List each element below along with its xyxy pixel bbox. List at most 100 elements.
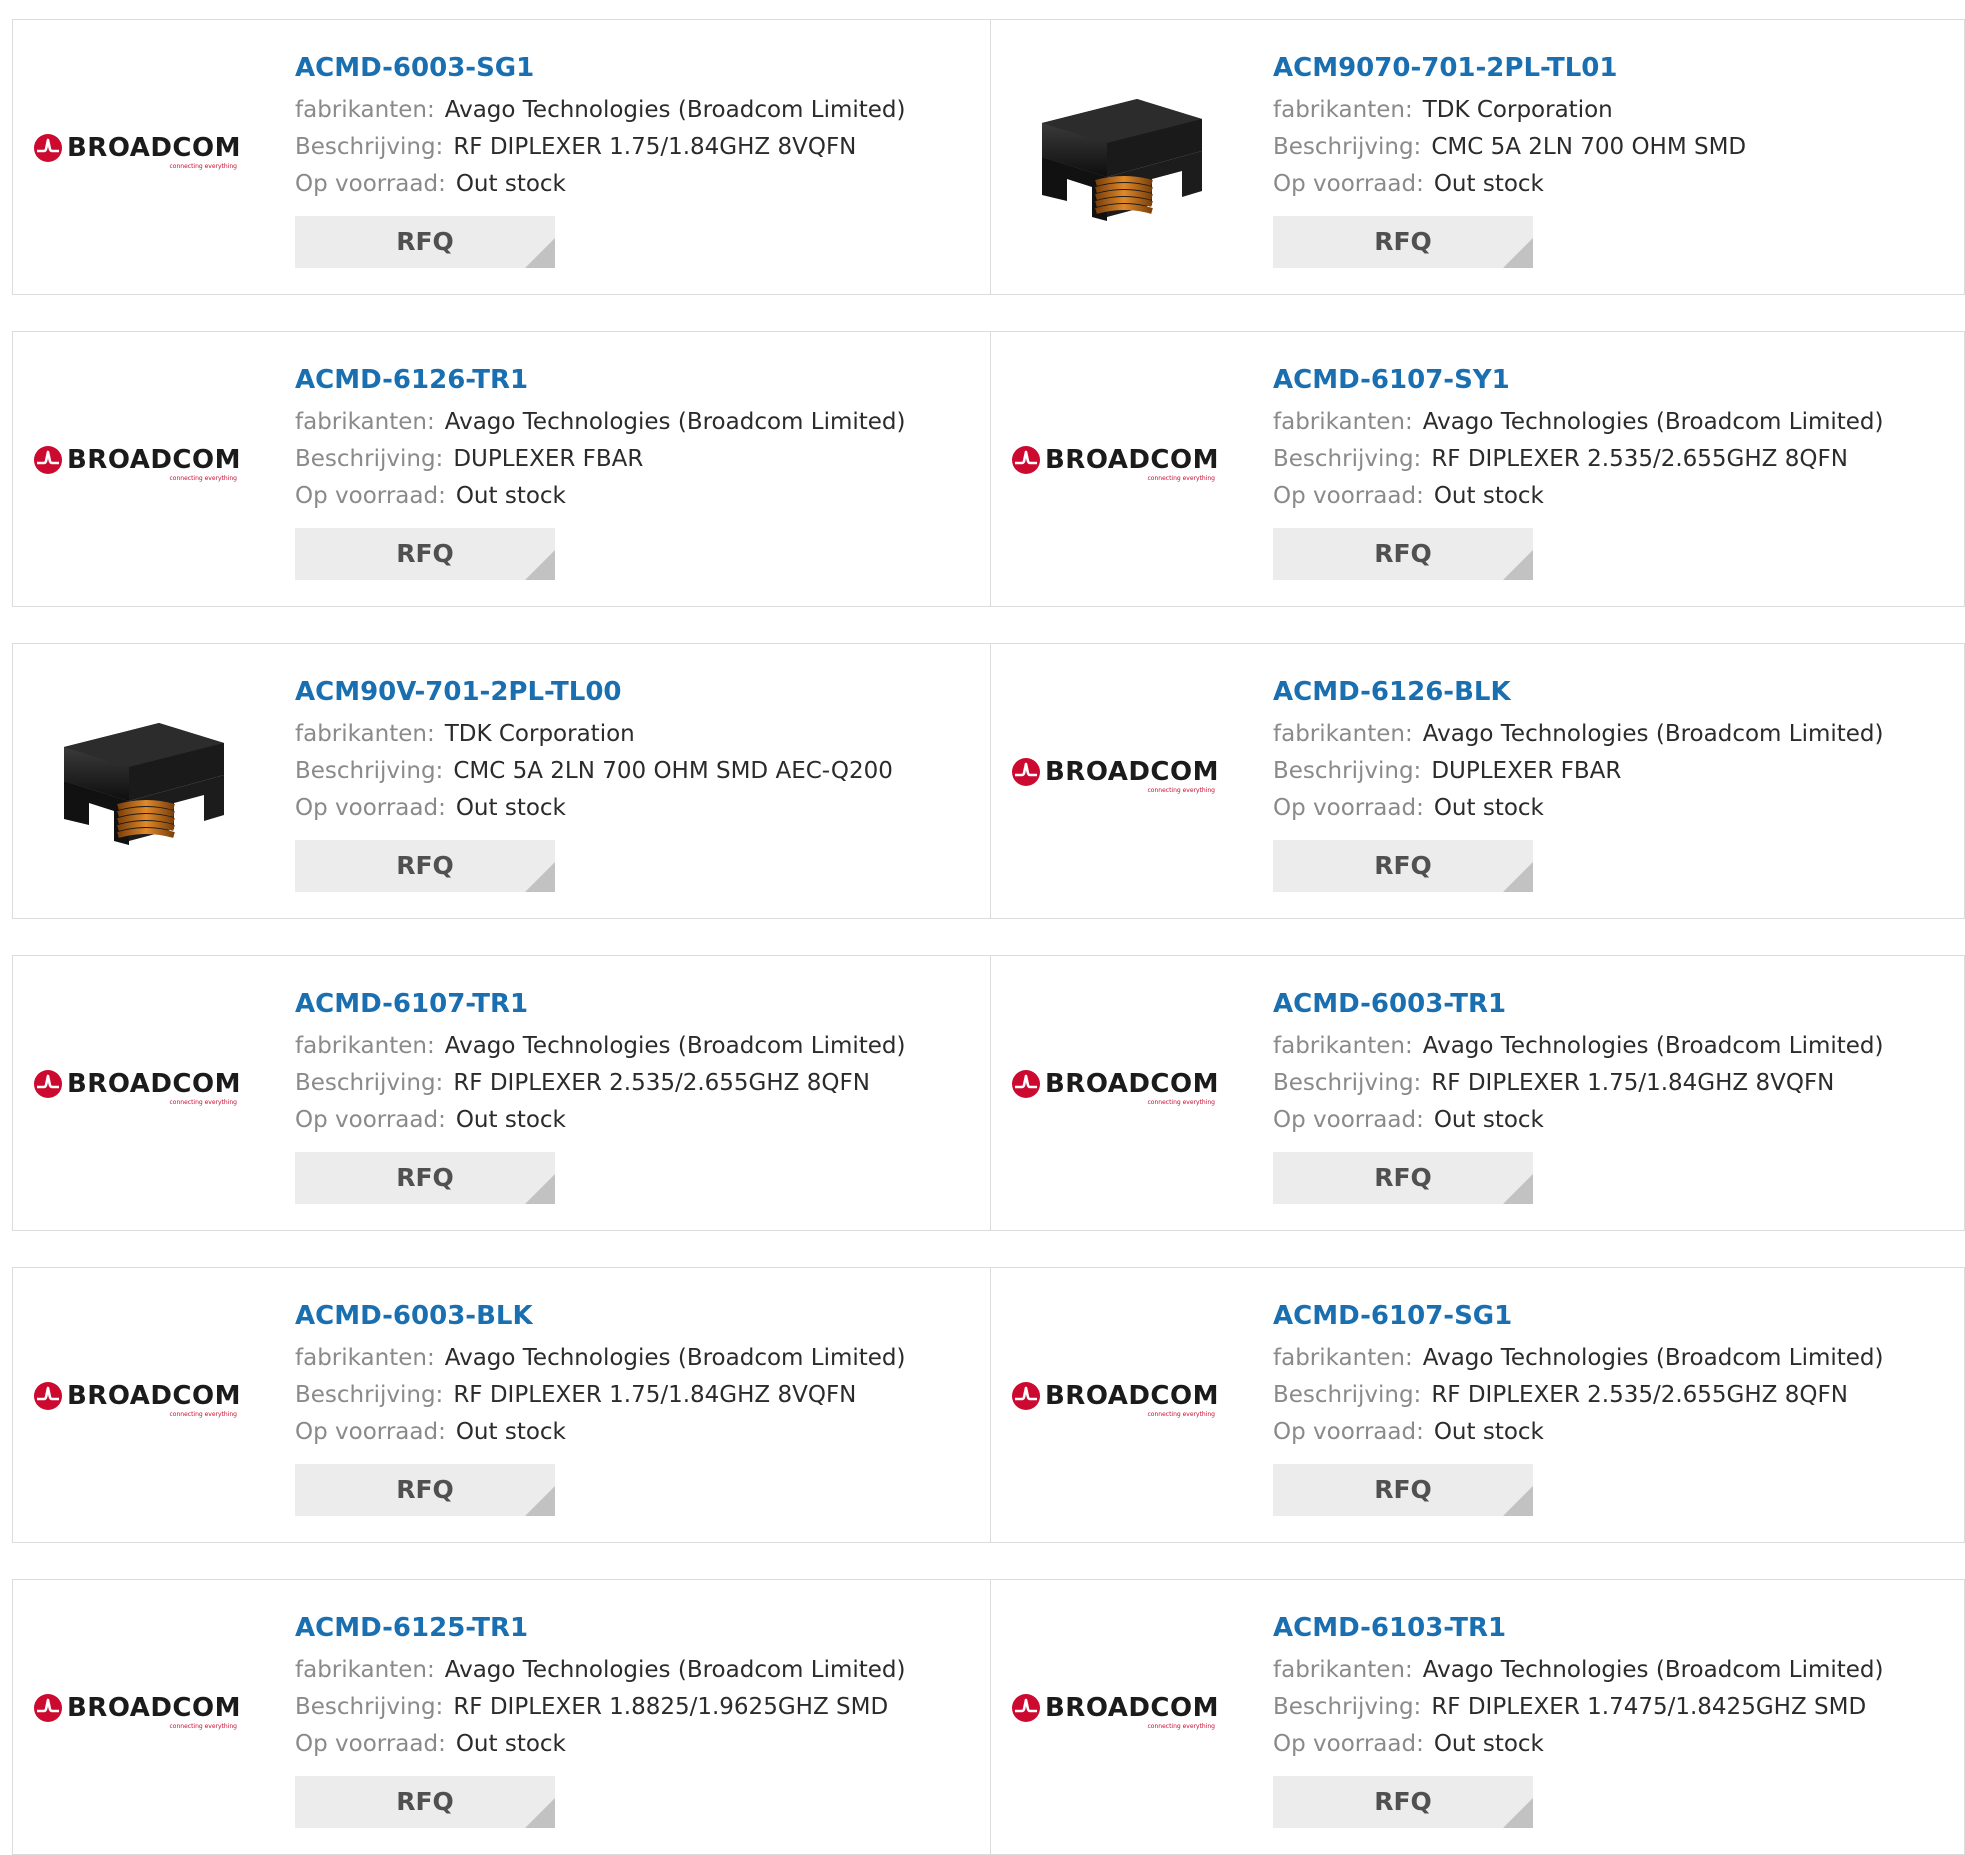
manufacturer-row: fabrikanten: Avago Technologies (Broadcom…: [1273, 1340, 1954, 1377]
part-number-link[interactable]: ACMD-6126-TR1: [295, 362, 980, 398]
product-image[interactable]: BROADCOM connecting everything: [1011, 690, 1219, 860]
rfq-label: RFQ: [1374, 1787, 1432, 1816]
part-number-link[interactable]: ACMD-6107-SG1: [1273, 1298, 1954, 1334]
common-mode-choke-photo: [64, 723, 224, 845]
broadcom-logo: BROADCOM connecting everything: [1011, 445, 1219, 482]
stock-label: Op voorraad:: [295, 171, 446, 197]
logo-wordmark: BROADCOM: [66, 1380, 241, 1411]
rfq-button[interactable]: RFQ: [1273, 216, 1533, 268]
rfq-button[interactable]: RFQ: [1273, 840, 1533, 892]
product-image[interactable]: BROADCOM connecting everything: [1011, 1626, 1219, 1796]
description-label: Beschrijving:: [295, 758, 444, 784]
corner-decoration: [525, 550, 555, 580]
rfq-button[interactable]: RFQ: [295, 216, 555, 268]
stock-row: Op voorraad: Out stock: [295, 478, 980, 515]
logo-wordmark: BROADCOM: [1044, 756, 1219, 787]
stock-value: Out stock: [455, 795, 566, 821]
stock-value: Out stock: [1433, 795, 1544, 821]
broadcom-logo: BROADCOM connecting everything: [33, 1692, 241, 1730]
product-image[interactable]: BROADCOM connecting everything: [33, 378, 241, 548]
logo-wordmark: BROADCOM: [66, 1692, 241, 1723]
manufacturer-value: Avago Technologies (Broadcom Limited): [444, 97, 906, 123]
product-image[interactable]: [47, 690, 241, 860]
rfq-button[interactable]: RFQ: [295, 1464, 555, 1516]
manufacturer-row: fabrikanten: Avago Technologies (Broadcom…: [1273, 1028, 1954, 1065]
stock-row: Op voorraad: Out stock: [1273, 1102, 1954, 1139]
part-number-link[interactable]: ACMD-6003-BLK: [295, 1298, 980, 1334]
broadcom-logo: BROADCOM connecting everything: [1011, 1381, 1219, 1418]
description-value: DUPLEXER FBAR: [453, 446, 644, 472]
logo-top: BROADCOM: [1011, 445, 1219, 475]
product-image[interactable]: BROADCOM connecting everything: [1011, 378, 1219, 548]
logo-tagline: connecting everything: [1147, 1722, 1216, 1730]
rfq-button[interactable]: RFQ: [295, 1152, 555, 1204]
logo-tagline: connecting everything: [169, 1098, 238, 1106]
part-number-link[interactable]: ACMD-6103-TR1: [1273, 1610, 1954, 1646]
logo-tagline: connecting everything: [169, 474, 238, 482]
common-mode-choke-photo: [1042, 99, 1202, 221]
stock-row: Op voorraad: Out stock: [1273, 790, 1954, 827]
manufacturer-value: Avago Technologies (Broadcom Limited): [444, 1345, 906, 1371]
logo-tagline: connecting everything: [169, 162, 238, 170]
rfq-button[interactable]: RFQ: [295, 1776, 555, 1828]
manufacturer-label: fabrikanten:: [295, 409, 435, 435]
product-image[interactable]: BROADCOM connecting everything: [33, 66, 241, 236]
product-image[interactable]: BROADCOM connecting everything: [33, 1002, 241, 1172]
stock-label: Op voorraad:: [295, 1107, 446, 1133]
part-number-link[interactable]: ACMD-6003-SG1: [295, 50, 980, 86]
product-info: ACMD-6003-TR1 fabrikanten: Avago Technolo…: [1273, 986, 1954, 1204]
manufacturer-label: fabrikanten:: [1273, 1033, 1413, 1059]
manufacturer-row: fabrikanten: Avago Technologies (Broadcom…: [295, 404, 980, 441]
manufacturer-value: Avago Technologies (Broadcom Limited): [444, 1657, 906, 1683]
part-number-link[interactable]: ACMD-6125-TR1: [295, 1610, 980, 1646]
stock-value: Out stock: [1433, 1419, 1544, 1445]
description-row: Beschrijving: RF DIPLEXER 1.8825/1.9625GH…: [295, 1689, 980, 1726]
manufacturer-label: fabrikanten:: [295, 97, 435, 123]
part-number-link[interactable]: ACMD-6003-TR1: [1273, 986, 1954, 1022]
manufacturer-value: Avago Technologies (Broadcom Limited): [1422, 721, 1884, 747]
description-label: Beschrijving:: [1273, 758, 1422, 784]
manufacturer-value: Avago Technologies (Broadcom Limited): [444, 1033, 906, 1059]
description-label: Beschrijving:: [1273, 1070, 1422, 1096]
description-value: RF DIPLEXER 2.535/2.655GHZ 8QFN: [1431, 1382, 1848, 1408]
logo-top: BROADCOM: [33, 445, 241, 475]
rfq-button[interactable]: RFQ: [1273, 1776, 1533, 1828]
description-label: Beschrijving:: [295, 1070, 444, 1096]
product-image[interactable]: BROADCOM connecting everything: [1011, 1314, 1219, 1484]
broadcom-logo: BROADCOM connecting everything: [1011, 757, 1219, 794]
product-image[interactable]: BROADCOM connecting everything: [33, 1626, 241, 1796]
stock-label: Op voorraad:: [295, 795, 446, 821]
product-image[interactable]: BROADCOM connecting everything: [1011, 1002, 1219, 1172]
logo-tagline: connecting everything: [1147, 1098, 1216, 1106]
product-image[interactable]: BROADCOM connecting everything: [33, 1314, 241, 1484]
part-number-link[interactable]: ACM90V-701-2PL-TL00: [295, 674, 980, 710]
broadcom-mark-icon: [1011, 1381, 1040, 1410]
stock-value: Out stock: [1433, 171, 1544, 197]
product-card: ACM9070-701-2PL-TL01 fabrikanten: TDK Cor…: [990, 19, 1965, 295]
logo-top: BROADCOM: [1011, 757, 1219, 787]
part-number-link[interactable]: ACMD-6107-TR1: [295, 986, 980, 1022]
broadcom-mark-icon: [1011, 1693, 1040, 1722]
rfq-button[interactable]: RFQ: [1273, 1464, 1533, 1516]
part-number-link[interactable]: ACM9070-701-2PL-TL01: [1273, 50, 1954, 86]
manufacturer-value: Avago Technologies (Broadcom Limited): [1422, 1033, 1884, 1059]
rfq-button[interactable]: RFQ: [1273, 1152, 1533, 1204]
stock-row: Op voorraad: Out stock: [295, 1726, 980, 1763]
product-card: BROADCOM connecting everything ACMD-6003…: [990, 955, 1965, 1231]
description-label: Beschrijving:: [1273, 1382, 1422, 1408]
product-image[interactable]: [1025, 66, 1219, 236]
part-number-link[interactable]: ACMD-6126-BLK: [1273, 674, 1954, 710]
rfq-button[interactable]: RFQ: [295, 840, 555, 892]
description-row: Beschrijving: RF DIPLEXER 1.75/1.84GHZ 8V…: [295, 1377, 980, 1414]
part-number-link[interactable]: ACMD-6107-SY1: [1273, 362, 1954, 398]
product-info: ACMD-6003-BLK fabrikanten: Avago Technolo…: [295, 1298, 980, 1516]
rfq-button[interactable]: RFQ: [1273, 528, 1533, 580]
corner-decoration: [525, 238, 555, 268]
logo-top: BROADCOM: [1011, 1069, 1219, 1099]
product-info: ACMD-6107-SY1 fabrikanten: Avago Technolo…: [1273, 362, 1954, 580]
logo-top: BROADCOM: [33, 133, 241, 163]
stock-row: Op voorraad: Out stock: [1273, 1726, 1954, 1763]
manufacturer-label: fabrikanten:: [1273, 721, 1413, 747]
rfq-button[interactable]: RFQ: [295, 528, 555, 580]
corner-decoration: [525, 862, 555, 892]
